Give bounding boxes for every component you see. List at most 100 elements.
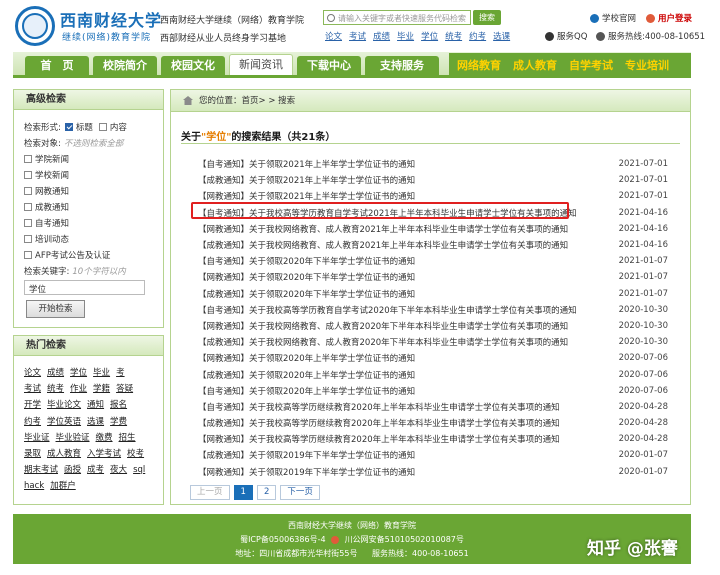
result-title-link[interactable]: 【网教通知】关于我校网络教育、成人教育2021年上半年本科毕业生申请学士学位有关… (198, 223, 568, 235)
hot-search-link[interactable]: 选课 (87, 417, 104, 427)
result-title-link[interactable]: 【成教通知】关于我校网络教育、成人教育2020年下半年本科毕业生申请学士学位有关… (198, 336, 568, 348)
hot-word-link[interactable]: 统考 (445, 32, 462, 42)
result-title-link[interactable]: 【网教通知】关于领取2020年下半年学士学位证书的通知 (198, 271, 415, 283)
prev-page-button[interactable]: 上一页 (190, 485, 230, 500)
hot-search-link[interactable]: 毕业证 (24, 433, 50, 443)
result-title-link[interactable]: 【网教通知】关于领取2019年下半年学士学位证书的通知 (198, 466, 415, 478)
target-option[interactable]: 成教通知 (24, 201, 69, 213)
target-checkbox[interactable] (24, 219, 32, 227)
target-option[interactable]: AFP考试公告及认证 (24, 249, 110, 261)
result-title-link[interactable]: 【成教通知】关于领取2020年上半年学士学位证书的通知 (198, 369, 415, 381)
nav-self-exam[interactable]: 自学考试 (569, 57, 613, 73)
hot-search-link[interactable]: 校考 (127, 449, 144, 459)
target-option[interactable]: 学校新闻 (24, 169, 69, 181)
hot-search-link[interactable]: 学位英语 (47, 417, 81, 427)
police-record[interactable]: 川公网安备51010502010087号 (345, 535, 464, 544)
hot-search-link[interactable]: 学籍 (93, 384, 110, 394)
nav-home[interactable]: 首 页 (25, 56, 89, 75)
result-title-link[interactable]: 【网教通知】关于领取2020年上半年学士学位证书的通知 (198, 352, 415, 364)
hot-search-link[interactable]: 报名 (110, 400, 127, 410)
hot-search-link[interactable]: 毕业 (93, 368, 110, 378)
hot-search-link[interactable]: 约考 (24, 417, 41, 427)
site-search-input[interactable]: 请输入关键字或者快速服务代码检索 (323, 10, 471, 25)
result-title-link[interactable]: 【自考通知】关于领取2020年上半年学士学位证书的通知 (198, 385, 415, 397)
hot-search-link[interactable]: 开学 (24, 400, 41, 410)
school-home-link[interactable]: 学校官网 (590, 12, 636, 24)
keyword-input[interactable]: 学位 (24, 280, 145, 295)
result-title-link[interactable]: 【成教通知】关于我校网络教育、成人教育2021年上半年本科毕业生申请学士学位有关… (198, 239, 568, 251)
result-title-link[interactable]: 【自考通知】关于领取2021年上半年学士学位证书的通知 (198, 158, 415, 170)
hot-search-link[interactable]: 通知 (87, 400, 104, 410)
qq-service-link[interactable]: 服务QQ (545, 30, 587, 42)
result-title-link[interactable]: 【成教通知】关于领取2021年上半年学士学位证书的通知 (198, 174, 415, 186)
result-title-link[interactable]: 【自考通知】关于我校高等学历教育自学考试2020年下半年本科毕业生申请学士学位有… (198, 304, 577, 316)
hot-word-link[interactable]: 考试 (349, 32, 366, 42)
target-checkbox[interactable] (24, 187, 32, 195)
result-title-link[interactable]: 【网教通知】关于我校高等学历继续教育2020年上半年本科毕业生申请学士学位有关事… (198, 433, 560, 445)
nav-about[interactable]: 校院简介 (93, 56, 157, 75)
hot-search-link[interactable]: hack (24, 481, 44, 491)
result-title-link[interactable]: 【自考通知】关于领取2020年下半年学士学位证书的通知 (198, 255, 415, 267)
target-option[interactable]: 自考通知 (24, 217, 69, 229)
hot-word-link[interactable]: 毕业 (397, 32, 414, 42)
hot-search-link[interactable]: 答疑 (116, 384, 133, 394)
hot-search-link[interactable]: sql (133, 465, 145, 475)
hot-search-link[interactable]: 考试 (24, 384, 41, 394)
hot-search-link[interactable]: 录取 (24, 449, 41, 459)
hot-search-link[interactable]: 成人教育 (47, 449, 81, 459)
result-title-link[interactable]: 【网教通知】关于领取2021年上半年学士学位证书的通知 (198, 190, 415, 202)
title-checkbox[interactable] (64, 123, 73, 131)
result-title-link[interactable]: 【自考通知】关于我校高等学历教育自学考试2021年上半年本科毕业生申请学士学位有… (198, 207, 577, 219)
nav-adult-education[interactable]: 成人教育 (513, 57, 557, 73)
nav-support[interactable]: 支持服务 (365, 56, 439, 75)
hot-search-link[interactable]: 学位 (70, 368, 87, 378)
target-checkbox[interactable] (24, 203, 32, 211)
nav-campus-culture[interactable]: 校园文化 (161, 56, 225, 75)
nav-downloads[interactable]: 下载中心 (297, 56, 361, 75)
user-login-link[interactable]: 用户登录 (646, 12, 692, 24)
hot-search-link[interactable]: 加群户 (50, 481, 76, 491)
hot-word-link[interactable]: 论文 (325, 32, 342, 42)
start-search-button[interactable]: 开始检索 (26, 300, 85, 318)
next-page-button[interactable]: 下一页 (280, 485, 320, 500)
result-title-link[interactable]: 【网教通知】关于我校网络教育、成人教育2020年下半年本科毕业生申请学士学位有关… (198, 320, 568, 332)
nav-online-education[interactable]: 网络教育 (457, 57, 501, 73)
target-option[interactable]: 网教通知 (24, 185, 69, 197)
target-checkbox[interactable] (24, 171, 32, 179)
hot-search-link[interactable]: 成考 (87, 465, 104, 475)
hot-search-link[interactable]: 成绩 (47, 368, 64, 378)
logo-title[interactable]: 西南财经大学 (60, 7, 162, 31)
hot-search-link[interactable]: 入学考试 (87, 449, 121, 459)
nav-training[interactable]: 专业培训 (625, 57, 669, 73)
hot-search-link[interactable]: 考 (116, 368, 125, 378)
target-checkbox[interactable] (24, 251, 32, 259)
target-option[interactable]: 培训动态 (24, 233, 69, 245)
hot-search-link[interactable]: 夜大 (110, 465, 127, 475)
hot-word-link[interactable]: 约考 (469, 32, 486, 42)
hot-search-link[interactable]: 缴费 (96, 433, 113, 443)
content-checkbox[interactable] (98, 123, 107, 131)
search-button[interactable]: 搜索 (473, 10, 501, 25)
target-checkbox[interactable] (24, 235, 32, 243)
hot-search-link[interactable]: 统考 (47, 384, 64, 394)
hot-search-link[interactable]: 函授 (64, 465, 81, 475)
result-title-link[interactable]: 【成教通知】关于领取2020年下半年学士学位证书的通知 (198, 288, 415, 300)
target-option[interactable]: 学院新闻 (24, 153, 69, 165)
hot-search-link[interactable]: 学费 (110, 417, 127, 427)
hot-word-link[interactable]: 学位 (421, 32, 438, 42)
icp-license[interactable]: 蜀ICP备05006386号-4 (240, 535, 325, 544)
hot-search-link[interactable]: 期末考试 (24, 465, 58, 475)
breadcrumb-path[interactable]: 首页> > 搜索 (242, 90, 296, 112)
hot-search-link[interactable]: 毕业验证 (56, 433, 90, 443)
university-seal-logo[interactable] (15, 6, 55, 46)
nav-news[interactable]: 新闻资讯 (229, 54, 293, 75)
target-checkbox[interactable] (24, 155, 32, 163)
hot-search-link[interactable]: 作业 (70, 384, 87, 394)
hot-search-link[interactable]: 毕业论文 (47, 400, 81, 410)
page-1-button[interactable]: 1 (233, 485, 253, 500)
hot-search-link[interactable]: 招生 (119, 433, 136, 443)
hot-word-link[interactable]: 选课 (493, 32, 510, 42)
result-title-link[interactable]: 【自考通知】关于我校高等学历继续教育2020年上半年本科毕业生申请学士学位有关事… (198, 401, 560, 413)
hot-word-link[interactable]: 成绩 (373, 32, 390, 42)
result-title-link[interactable]: 【成教通知】关于我校高等学历继续教育2020年上半年本科毕业生申请学士学位有关事… (198, 417, 560, 429)
